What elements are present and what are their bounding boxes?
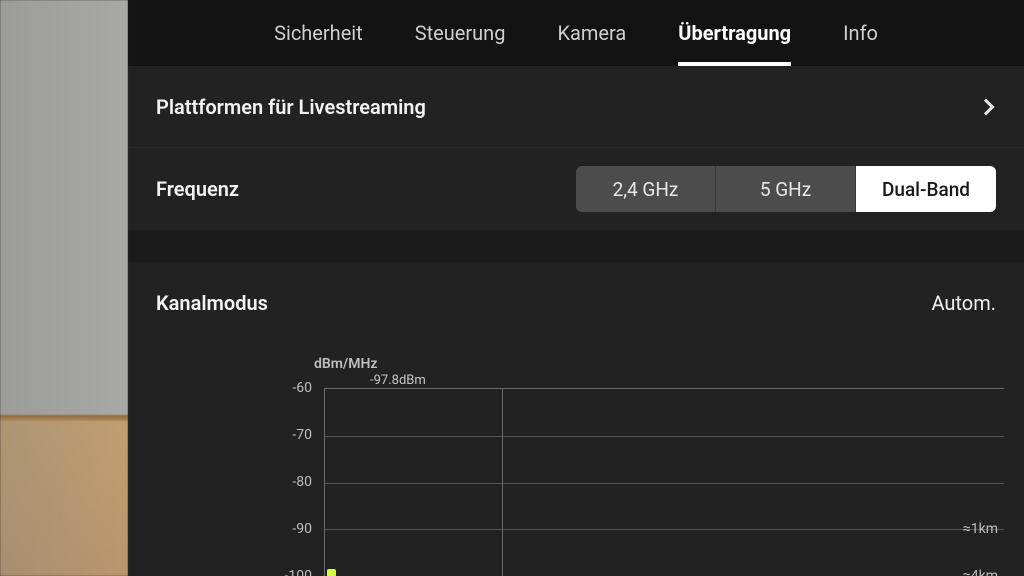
chart-y-ticks: -60 -70 -80 -90 -100	[278, 388, 318, 576]
platforms-label: Plattformen für Livestreaming	[156, 95, 426, 119]
y-tick: -90	[272, 521, 312, 537]
camera-feed-strip	[0, 0, 128, 576]
frequency-option-dualband[interactable]: Dual-Band	[856, 166, 996, 212]
channelmode-value: Autom.	[931, 291, 996, 315]
section-divider	[128, 230, 1024, 262]
y-tick: -70	[272, 427, 312, 443]
tab-kamera[interactable]: Kamera	[557, 0, 626, 66]
tabs-bar: Sicherheit Steuerung Kamera Übertragung …	[128, 0, 1024, 66]
chart-marker-label: -97.8dBm	[370, 373, 426, 388]
y-tick: -80	[272, 474, 312, 490]
frequency-segmented: 2,4 GHz 5 GHz Dual-Band	[576, 166, 996, 212]
chevron-right-icon	[978, 98, 995, 115]
tab-steuerung[interactable]: Steuerung	[415, 0, 506, 66]
frequency-option-5ghz[interactable]: 5 GHz	[716, 166, 856, 212]
channel-chart-area: dBm/MHz -97.8dBm -60 -70 -80 -90 -100 ≈1…	[128, 344, 1024, 576]
y-tick: -60	[272, 380, 312, 396]
y-tick: -100	[272, 568, 312, 576]
channelmode-row[interactable]: Kanalmodus Autom.	[128, 262, 1024, 344]
frequency-row: Frequenz 2,4 GHz 5 GHz Dual-Band	[128, 148, 1024, 230]
chart-unit-label: dBm/MHz	[314, 356, 378, 372]
settings-panel: Sicherheit Steuerung Kamera Übertragung …	[128, 0, 1024, 576]
platforms-row[interactable]: Plattformen für Livestreaming	[128, 66, 1024, 148]
channel-chart: ≈1km ≈4km	[324, 388, 1004, 576]
tab-info[interactable]: Info	[843, 0, 878, 66]
channelmode-label: Kanalmodus	[156, 291, 268, 315]
frequency-option-2-4ghz[interactable]: 2,4 GHz	[576, 166, 716, 212]
tab-sicherheit[interactable]: Sicherheit	[274, 0, 363, 66]
range-label-4km: ≈4km	[963, 568, 998, 576]
range-label-1km: ≈1km	[963, 521, 998, 537]
signal-peak-icon	[327, 569, 336, 576]
frequency-label: Frequenz	[156, 177, 239, 201]
tab-uebertragung[interactable]: Übertragung	[678, 0, 791, 66]
